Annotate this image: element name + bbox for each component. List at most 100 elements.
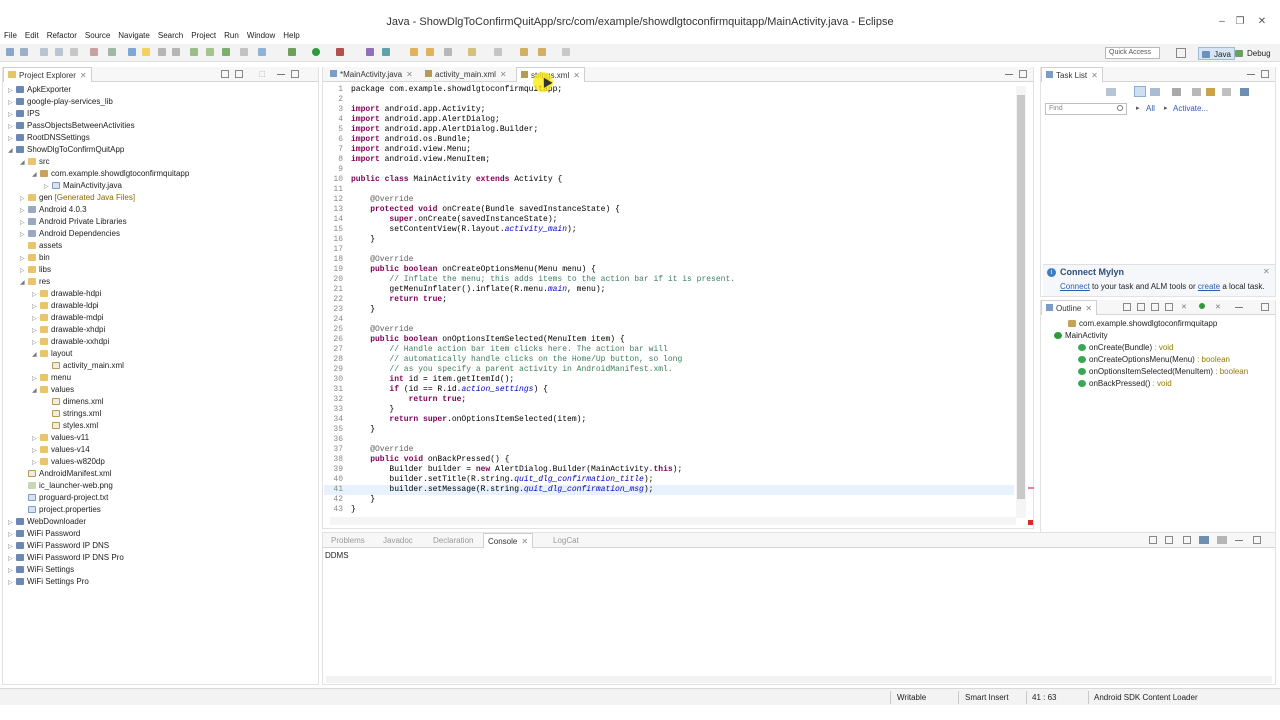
tree-item[interactable]: strings.xml [44, 408, 101, 420]
error-overview-marker[interactable] [1028, 487, 1034, 489]
save-icon[interactable] [40, 48, 48, 56]
code-line[interactable]: 8 import android.view.MenuItem; [324, 155, 1014, 165]
tree-item[interactable]: ▷ libs [20, 264, 51, 276]
maximize-view-icon[interactable] [1253, 536, 1261, 544]
tree-item[interactable]: ▷ Android 4.0.3 [20, 204, 87, 216]
outline-item[interactable]: onBackPressed() : void [1078, 378, 1172, 390]
mylyn-create-link[interactable]: create [1198, 282, 1220, 291]
code-line[interactable]: 5 import android.app.AlertDialog.Builder; [324, 125, 1014, 135]
tree-item[interactable]: ▷ google-play-services_lib [8, 96, 113, 108]
tab-logcat[interactable]: LogCat [549, 533, 583, 548]
minimize-editor-icon[interactable] [1005, 70, 1013, 75]
menu-help[interactable]: Help [279, 30, 303, 42]
skip-breakpoints-icon[interactable] [258, 48, 266, 56]
minimize-view-icon[interactable] [277, 70, 285, 75]
expanded-arrow-icon[interactable]: ◢ [20, 277, 28, 289]
close-mylyn-icon[interactable]: ✕ [1263, 267, 1270, 276]
code-line[interactable]: 41 builder.setMessage(R.string.quit_dlg_… [324, 485, 1014, 495]
avd-manager-icon[interactable] [108, 48, 116, 56]
code-line[interactable]: 18 @Override [324, 255, 1014, 265]
tree-item[interactable]: ▷ ApkExporter [8, 84, 71, 96]
code-line[interactable]: 21 getMenuInflater().inflate(R.menu.main… [324, 285, 1014, 295]
code-line[interactable]: 11 [324, 185, 1014, 195]
tab-project-explorer[interactable]: Project Explorer ✕ [3, 67, 92, 82]
menu-source[interactable]: Source [81, 30, 114, 42]
expanded-arrow-icon[interactable]: ◢ [32, 169, 40, 181]
menu-refactor[interactable]: Refactor [43, 30, 81, 42]
tree-item[interactable]: ▷ WiFi Password IP DNS [8, 540, 109, 552]
tree-item[interactable]: activity_main.xml [44, 360, 124, 372]
hide-fields-icon[interactable] [1123, 303, 1131, 311]
new-android-project-icon[interactable] [206, 48, 214, 56]
mylyn-connect-link[interactable]: Connect [1060, 282, 1090, 291]
expanded-arrow-icon[interactable]: ◢ [20, 157, 28, 169]
new-icon[interactable] [6, 48, 14, 56]
code-line[interactable]: 16 } [324, 235, 1014, 245]
code-line[interactable]: 34 return super.onOptionsItemSelected(it… [324, 415, 1014, 425]
code-line[interactable]: 35 } [324, 425, 1014, 435]
code-line[interactable]: 14 super.onCreate(savedInstanceState); [324, 215, 1014, 225]
code-line[interactable]: 22 return true; [324, 295, 1014, 305]
tree-item[interactable]: ▷ values-v14 [32, 444, 90, 456]
code-line[interactable]: 42 } [324, 495, 1014, 505]
collapsed-arrow-icon[interactable]: ▷ [8, 577, 16, 589]
outline-item[interactable]: com.example.showdlgtoconfirmquitapp [1068, 318, 1217, 330]
tab-outline[interactable]: Outline ✕ [1041, 300, 1098, 315]
tree-item[interactable]: ◢ values [32, 384, 74, 396]
expanded-arrow-icon[interactable]: ◢ [8, 145, 16, 157]
tree-item[interactable]: ◢ src [20, 156, 50, 168]
forward-icon[interactable] [562, 48, 570, 56]
tree-item[interactable]: ▷ IPS [8, 108, 40, 120]
all-tasks-link[interactable]: All [1146, 103, 1155, 115]
highlight-icon[interactable] [142, 48, 150, 56]
tree-item[interactable]: ▷ bin [20, 252, 50, 264]
tree-item[interactable]: ▷ drawable-ldpi [32, 300, 99, 312]
code-line[interactable]: 24 [324, 315, 1014, 325]
close-icon[interactable]: ✕ [1085, 304, 1092, 313]
code-line[interactable]: 43} [324, 505, 1014, 515]
focus-icon[interactable] [1172, 88, 1181, 96]
code-line[interactable]: 40 builder.setTitle(R.string.quit_dlg_co… [324, 475, 1014, 485]
maximize-view-icon[interactable] [1261, 70, 1269, 78]
lint-icon[interactable] [128, 48, 136, 56]
console-horizontal-scrollbar[interactable] [326, 676, 1272, 683]
tab-declaration[interactable]: Declaration [429, 533, 477, 548]
external-tools-icon[interactable] [336, 48, 344, 56]
code-line[interactable]: 6 import android.os.Bundle; [324, 135, 1014, 145]
tree-item[interactable]: dimens.xml [44, 396, 103, 408]
search-icon[interactable] [444, 48, 452, 56]
menu-navigate[interactable]: Navigate [114, 30, 154, 42]
tab-problems[interactable]: Problems [327, 533, 369, 548]
show-whitespace-icon[interactable] [190, 48, 198, 56]
code-line[interactable]: 20 // Inflate the menu; this adds items … [324, 275, 1014, 285]
outline-item[interactable]: MainActivity [1054, 330, 1108, 342]
outline-item[interactable]: onCreate(Bundle) : void [1078, 342, 1174, 354]
display-console-icon[interactable] [1199, 536, 1209, 544]
tree-item[interactable]: ◢ res [20, 276, 50, 288]
menu-window[interactable]: Window [243, 30, 279, 42]
code-line[interactable]: 36 [324, 435, 1014, 445]
new-class-icon[interactable] [366, 48, 374, 56]
tree-item[interactable]: ▷ drawable-xxhdpi [32, 336, 109, 348]
tree-item[interactable]: ic_launcher-web.png [20, 480, 113, 492]
code-editor[interactable]: 1 package com.example.showdlgtoconfirmqui… [324, 83, 1030, 528]
tree-item[interactable]: styles.xml [44, 420, 98, 432]
code-line[interactable]: 25 @Override [324, 325, 1014, 335]
view-menu-icon[interactable]: ⬚ [259, 70, 267, 78]
open-console-icon[interactable] [1217, 536, 1227, 544]
sdk-manager-icon[interactable] [90, 48, 98, 56]
code-line[interactable]: 1 package com.example.showdlgtoconfirmqui… [324, 85, 1014, 95]
tree-item[interactable]: ▷ values-w820dp [32, 456, 105, 468]
tab-mainactivity-java[interactable]: *MainActivity.java ✕ [326, 67, 417, 82]
expanded-arrow-icon[interactable]: ◢ [32, 385, 40, 397]
task-repositories-icon[interactable] [1240, 88, 1249, 96]
new-task-icon[interactable] [1106, 88, 1116, 96]
last-edit-icon[interactable] [520, 48, 528, 56]
maximize-view-icon[interactable] [1261, 303, 1269, 311]
hide-types-icon[interactable]: ✕ [1215, 303, 1223, 311]
tree-item[interactable]: ▷ Android Dependencies [20, 228, 120, 240]
hide-nonpublic-icon[interactable] [1165, 303, 1173, 311]
tree-item[interactable]: ◢ layout [32, 348, 72, 360]
java-perspective-button[interactable]: Java [1198, 47, 1235, 60]
tree-item[interactable]: ▷ drawable-xhdpi [32, 324, 105, 336]
